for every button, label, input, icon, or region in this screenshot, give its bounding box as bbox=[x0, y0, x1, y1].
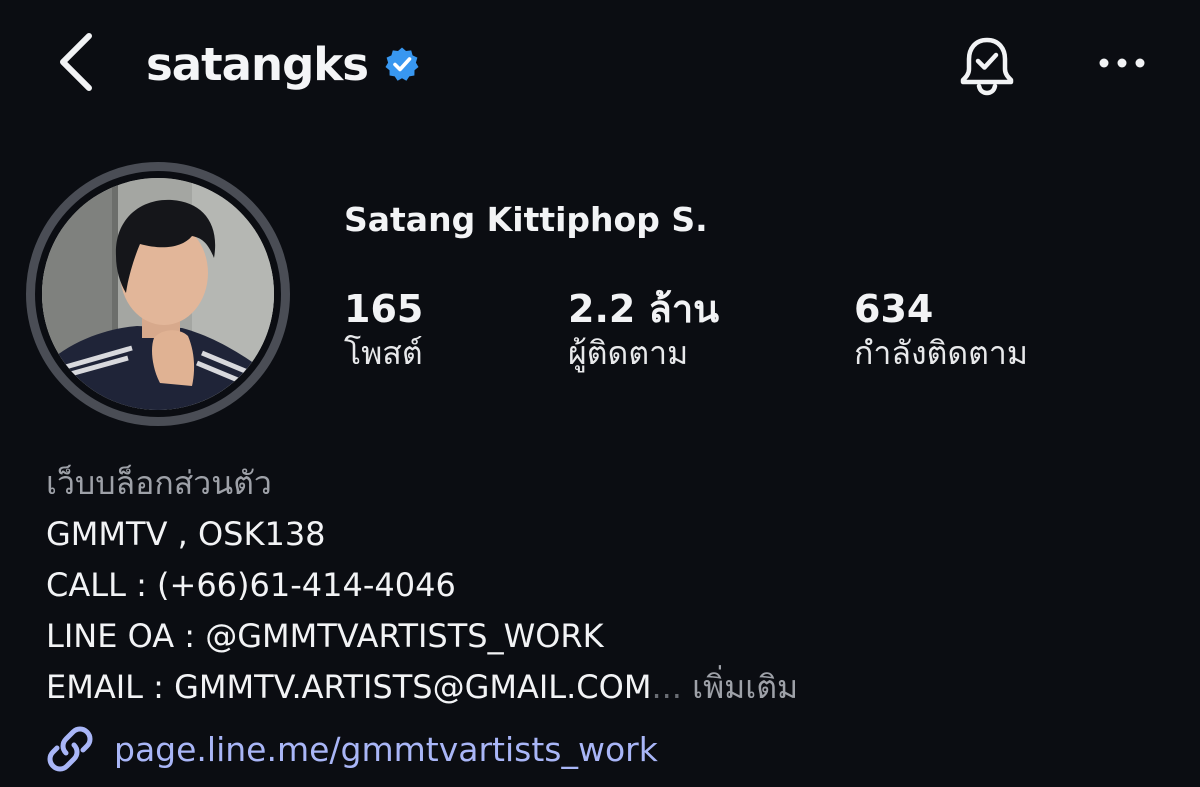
stat-label: โพสต์ bbox=[344, 334, 423, 372]
stat-value: 2.2 ล้าน bbox=[568, 287, 720, 331]
verified-badge-icon bbox=[384, 46, 420, 82]
stat-value: 165 bbox=[344, 287, 424, 331]
more-options-button[interactable] bbox=[1084, 40, 1160, 86]
bio-more-link[interactable]: เพิ่มเติม bbox=[682, 668, 798, 706]
username: satangks bbox=[146, 37, 369, 91]
back-button[interactable] bbox=[50, 28, 100, 96]
stat-label: กำลังติดตาม bbox=[854, 334, 1028, 372]
stat-label: ผู้ติดตาม bbox=[568, 334, 689, 372]
stat-following[interactable]: 634 กำลังติดตาม bbox=[854, 286, 1028, 374]
bio-line: GMMTV , OSK138 bbox=[46, 515, 326, 553]
top-bar: satangks bbox=[0, 0, 1200, 130]
bio-line: CALL : (+66)61-414-4046 bbox=[46, 566, 456, 604]
link-text: page.line.me/gmmtvartists_work bbox=[114, 729, 658, 769]
avatar bbox=[42, 178, 274, 410]
ellipsis-horizontal-icon bbox=[1099, 58, 1145, 68]
username-header: satangks bbox=[146, 34, 420, 94]
profile-category: เว็บบล็อกส่วนตัว bbox=[46, 464, 272, 502]
stat-value: 634 bbox=[854, 287, 934, 331]
bio: เว็บบล็อกส่วนตัว GMMTV , OSK138 CALL : (… bbox=[46, 458, 1166, 713]
stat-posts[interactable]: 165 โพสต์ bbox=[344, 286, 423, 374]
story-ring[interactable] bbox=[26, 162, 290, 426]
bio-line: EMAIL : GMMTV.ARTISTS@GMAIL.COM bbox=[46, 668, 652, 706]
bio-ellipsis: ... bbox=[651, 668, 682, 706]
link-icon bbox=[44, 723, 96, 775]
display-name: Satang Kittiphop S. bbox=[344, 200, 708, 239]
bio-link[interactable]: page.line.me/gmmtvartists_work bbox=[44, 722, 658, 776]
bell-check-icon bbox=[960, 37, 1014, 96]
bio-line-last: EMAIL : GMMTV.ARTISTS@GMAIL.COM... เพิ่ม… bbox=[46, 662, 1166, 713]
chevron-left-icon bbox=[60, 33, 92, 91]
avatar-image bbox=[42, 178, 274, 410]
notifications-button[interactable] bbox=[954, 32, 1020, 98]
bio-line: LINE OA : @GMMTVARTISTS_WORK bbox=[46, 617, 604, 655]
stat-followers[interactable]: 2.2 ล้าน ผู้ติดตาม bbox=[568, 286, 719, 374]
